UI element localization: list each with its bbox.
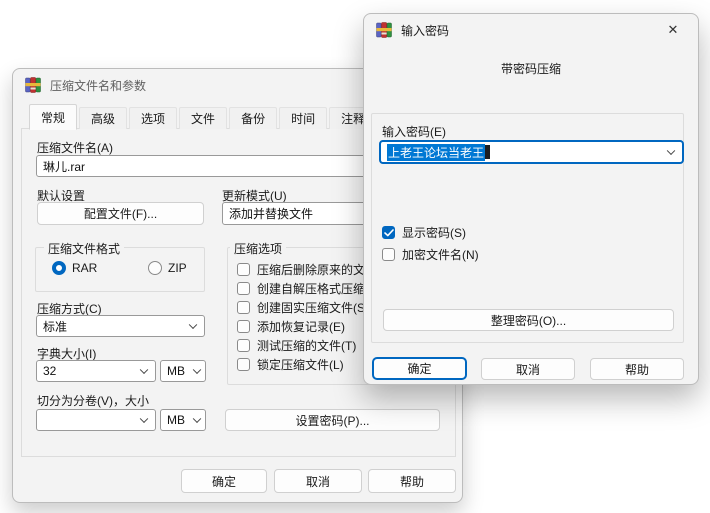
password-selected-text: 上老王论坛当老王 [387, 144, 485, 161]
show-password-checkbox[interactable]: 显示密码(S) [382, 224, 466, 241]
text-caret [485, 145, 490, 159]
split-volumes-select[interactable] [36, 409, 156, 431]
format-radio-rar[interactable]: RAR [52, 261, 97, 275]
checkbox-test-files-label: 测试压缩的文件(T) [257, 337, 356, 354]
chevron-down-icon [193, 415, 201, 423]
format-radio-zip[interactable]: ZIP [148, 261, 187, 275]
chevron-down-icon [189, 321, 197, 329]
close-icon[interactable]: ✕ [660, 19, 686, 41]
checkbox-lock-archive[interactable]: 锁定压缩文件(L) [237, 356, 344, 373]
compression-options-group-label: 压缩选项 [230, 240, 286, 257]
dictionary-size-select[interactable]: 32 [36, 360, 156, 382]
radio-unselected-icon [148, 261, 162, 275]
password-dialog-title: 输入密码 [401, 22, 449, 39]
checkbox-unchecked-icon [237, 320, 250, 333]
archive-name-label: 压缩文件名(A) [37, 139, 113, 156]
encrypt-filenames-label: 加密文件名(N) [402, 246, 479, 263]
checkbox-unchecked-icon [237, 358, 250, 371]
password-dialog-titlebar[interactable]: 输入密码 ✕ [364, 14, 698, 46]
compression-method-select[interactable]: 标准 [36, 315, 205, 337]
tab-strip: 常规 高级 选项 文件 备份 时间 注释 [29, 102, 379, 129]
update-mode-value: 添加并替换文件 [229, 205, 313, 222]
password-group: 输入密码(E) 上老王论坛当老王 显示密码(S) 加密文件名(N) 整理密码(O… [371, 113, 684, 343]
help-button[interactable]: 帮助 [590, 358, 684, 380]
checkbox-solid-archive-label: 创建固实压缩文件(S) [257, 299, 369, 316]
chevron-down-icon [193, 366, 201, 374]
checkbox-unchecked-icon [237, 282, 250, 295]
checkbox-recovery-record-label: 添加恢复记录(E) [257, 318, 345, 335]
dictionary-size-value: 32 [43, 364, 56, 378]
chevron-down-icon [667, 147, 675, 155]
help-button[interactable]: 帮助 [368, 469, 456, 493]
winrar-app-icon [376, 22, 392, 38]
winrar-app-icon [25, 77, 41, 93]
cancel-button[interactable]: 取消 [274, 469, 362, 493]
tab-advanced[interactable]: 高级 [79, 107, 127, 129]
archive-format-group: 压缩文件格式 RAR ZIP [35, 247, 205, 292]
enter-password-label: 输入密码(E) [382, 123, 446, 140]
ok-button[interactable]: 确定 [372, 357, 467, 380]
checkbox-delete-files-label: 压缩后删除原来的文件 [257, 261, 377, 278]
checkbox-test-files[interactable]: 测试压缩的文件(T) [237, 337, 356, 354]
cancel-button[interactable]: 取消 [481, 358, 575, 380]
tab-options[interactable]: 选项 [129, 107, 177, 129]
tab-files[interactable]: 文件 [179, 107, 227, 129]
split-unit-select[interactable]: MB [160, 409, 206, 431]
organize-passwords-button[interactable]: 整理密码(O)... [383, 309, 674, 331]
profiles-button[interactable]: 配置文件(F)... [37, 202, 204, 225]
format-zip-label: ZIP [168, 261, 187, 275]
tab-backup[interactable]: 备份 [229, 107, 277, 129]
compression-method-value: 标准 [43, 318, 67, 335]
checkbox-solid-archive[interactable]: 创建固实压缩文件(S) [237, 299, 369, 316]
split-unit-value: MB [167, 413, 185, 427]
checkbox-recovery-record[interactable]: 添加恢复记录(E) [237, 318, 345, 335]
radio-selected-icon [52, 261, 66, 275]
dictionary-unit-select[interactable]: MB [160, 360, 206, 382]
checkbox-unchecked-icon [237, 301, 250, 314]
checkbox-delete-files[interactable]: 压缩后删除原来的文件 [237, 261, 377, 278]
format-rar-label: RAR [72, 261, 97, 275]
password-input[interactable]: 上老王论坛当老王 [379, 140, 684, 164]
archive-format-group-label: 压缩文件格式 [44, 240, 124, 257]
checkbox-lock-archive-label: 锁定压缩文件(L) [257, 356, 344, 373]
checkbox-unchecked-icon [237, 339, 250, 352]
checkbox-checked-icon [382, 226, 395, 239]
ok-button[interactable]: 确定 [181, 469, 267, 493]
split-volumes-label: 切分为分卷(V)，大小 [37, 392, 149, 409]
archive-dialog-title: 压缩文件名和参数 [50, 77, 146, 94]
set-password-button[interactable]: 设置密码(P)... [225, 409, 440, 431]
desktop-background: 压缩文件名和参数 常规 高级 选项 文件 备份 时间 注释 压缩文件名(A) 琳… [0, 0, 710, 513]
encrypt-filenames-checkbox[interactable]: 加密文件名(N) [382, 246, 479, 263]
chevron-down-icon [140, 415, 148, 423]
checkbox-unchecked-icon [237, 263, 250, 276]
password-dialog-heading: 带密码压缩 [364, 60, 698, 77]
chevron-down-icon [140, 366, 148, 374]
tab-general[interactable]: 常规 [29, 104, 77, 130]
dictionary-unit-value: MB [167, 364, 185, 378]
tab-time[interactable]: 时间 [279, 107, 327, 129]
show-password-label: 显示密码(S) [402, 224, 466, 241]
enter-password-dialog: 输入密码 ✕ 带密码压缩 输入密码(E) 上老王论坛当老王 显示密码(S) 加密… [363, 13, 699, 385]
checkbox-unchecked-icon [382, 248, 395, 261]
